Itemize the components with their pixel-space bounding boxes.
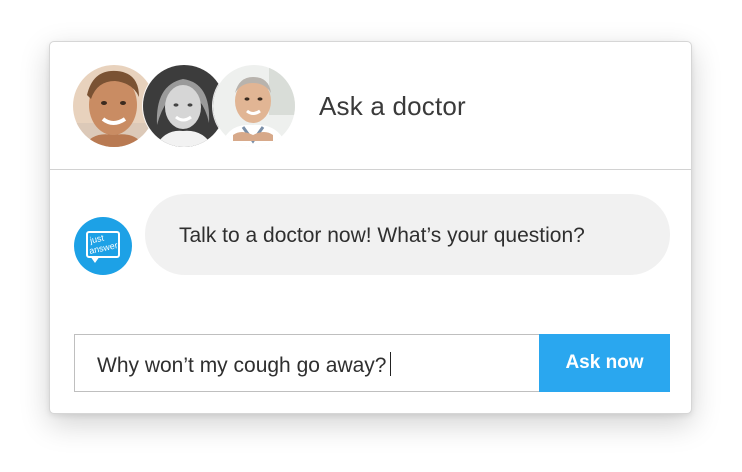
ask-doctor-widget: Ask a doctor just answer Talk to a docto… — [49, 41, 692, 414]
text-cursor — [390, 352, 392, 376]
chat-message-text: Talk to a doctor now! What’s your questi… — [179, 224, 585, 247]
question-input-value[interactable]: Why won’t my cough go away? — [97, 352, 392, 378]
justanswer-logo-icon: just answer — [74, 217, 132, 275]
doctor-avatar-3 — [213, 65, 295, 147]
doctor-avatars — [73, 65, 303, 149]
widget-header: Ask a doctor — [50, 42, 691, 170]
question-input[interactable]: Why won’t my cough go away? — [74, 334, 539, 392]
chat-message-bubble: Talk to a doctor now! What’s your questi… — [145, 194, 670, 275]
ask-now-button[interactable]: Ask now — [539, 334, 670, 392]
widget-title: Ask a doctor — [319, 91, 466, 121]
